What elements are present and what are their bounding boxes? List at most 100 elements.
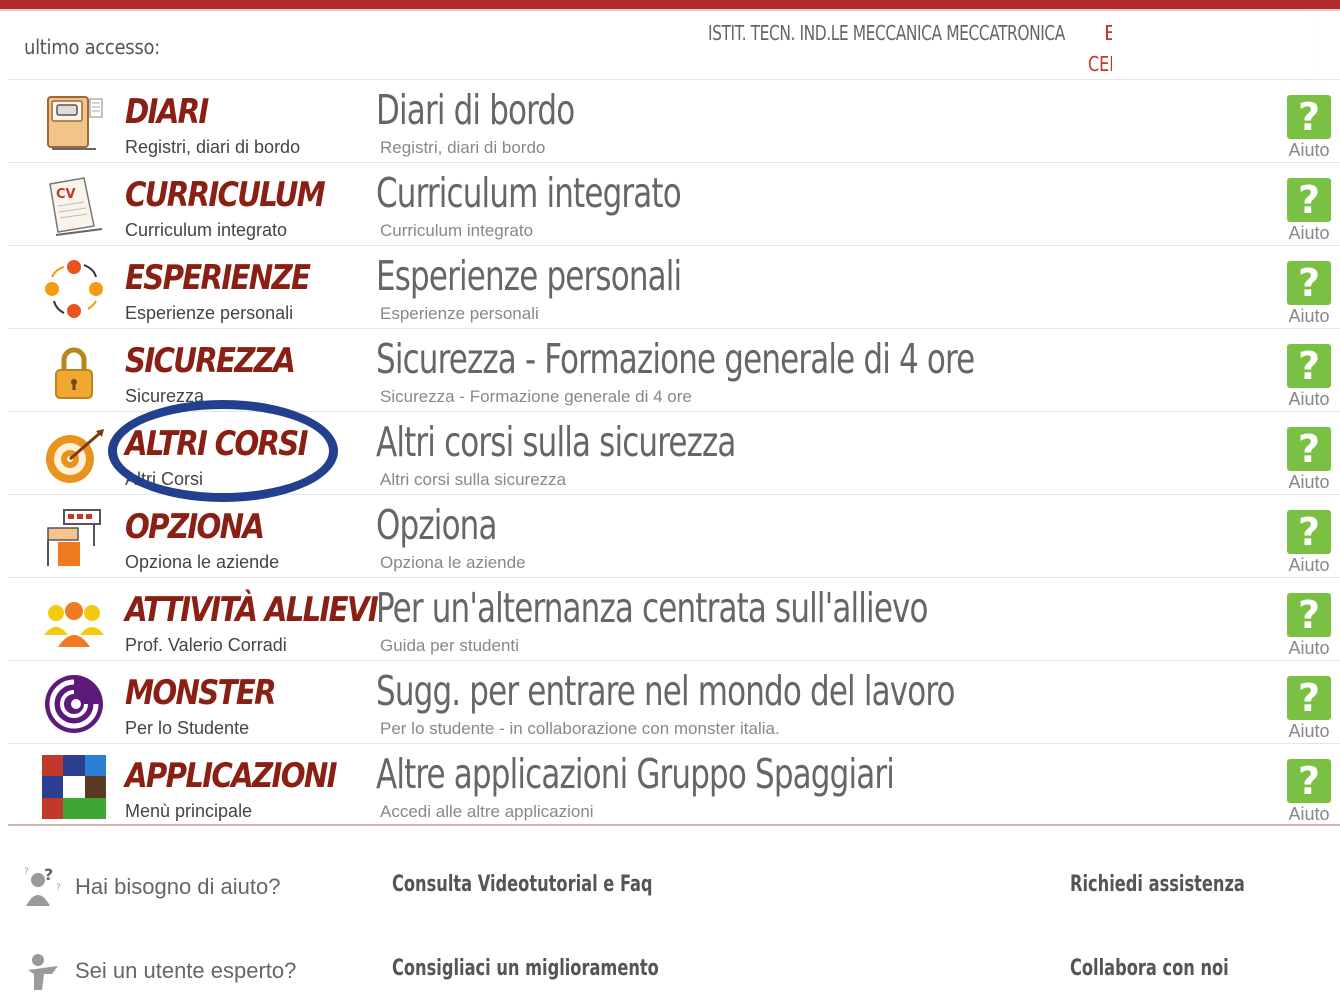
help-button[interactable]: ? Aiuto	[1285, 510, 1333, 576]
help-button[interactable]: ? Aiuto	[1285, 593, 1333, 659]
row-subtitle: Curriculum integrato	[125, 220, 288, 240]
menu-row-curriculum[interactable]: CV CURRICULUM Curriculum integrato Curri…	[8, 162, 1340, 245]
help-label: Aiuto	[1288, 140, 1330, 160]
padlock-icon	[42, 340, 106, 404]
help-label: Aiuto	[1288, 804, 1330, 824]
row-title: DIARI	[125, 92, 209, 132]
row-title: ATTIVITÀ ALLIEVI	[125, 590, 379, 630]
menu-row-altri-corsi[interactable]: ALTRI CORSI Altri Corsi Altri corsi sull…	[8, 411, 1340, 494]
row-subtitle: Altri Corsi	[125, 469, 204, 489]
row-subtitle: Esperienze personali	[125, 303, 294, 323]
row-subtitle: Per lo Studente	[125, 718, 250, 738]
row-description-sub: Guida per studenti	[380, 636, 519, 655]
students-icon	[42, 589, 106, 653]
help-button[interactable]: ? Aiuto	[1285, 95, 1333, 161]
cycle-icon	[42, 257, 106, 321]
blocks-icon	[42, 506, 106, 570]
help-label: Aiuto	[1288, 223, 1330, 243]
row-description: Altri corsi sulla sicurezza	[376, 418, 736, 466]
target-icon	[42, 423, 106, 487]
help-label: Aiuto	[1288, 389, 1330, 409]
question-mark-icon: ?	[1287, 593, 1331, 637]
monster-logo-icon	[42, 672, 106, 736]
row-description-sub: Esperienze personali	[380, 304, 539, 323]
row-subtitle: Prof. Valerio Corradi	[125, 635, 287, 655]
row-description-sub: Registri, diari di bordo	[380, 138, 546, 157]
help-label: Aiuto	[1288, 638, 1330, 658]
question-mark-icon: ?	[1287, 676, 1331, 720]
question-mark-icon: ?	[1287, 95, 1331, 139]
collaborate-link[interactable]: Collabora con noi	[1070, 956, 1229, 981]
svg-text:CV: CV	[56, 187, 76, 202]
help-button[interactable]: ? Aiuto	[1285, 759, 1333, 825]
help-button[interactable]: ? Aiuto	[1285, 178, 1333, 244]
row-subtitle: Opziona le aziende	[125, 552, 280, 572]
question-mark-icon: ?	[1287, 510, 1331, 554]
menu-list: DIARI Registri, diari di bordo Diari di …	[8, 79, 1340, 826]
question-mark-icon: ?	[1287, 344, 1331, 388]
menu-row-opziona[interactable]: OPZIONA Opziona le aziende Opziona Opzio…	[8, 494, 1340, 577]
row-description-sub: Curriculum integrato	[380, 221, 534, 240]
row-description: Sugg. per entrare nel mondo del lavoro	[376, 667, 955, 715]
menu-row-applicazioni[interactable]: APPLICAZIONI Menù principale Altre appli…	[8, 743, 1340, 826]
menu-row-monster[interactable]: MONSTER Per lo Studente Sugg. per entrar…	[8, 660, 1340, 743]
help-button[interactable]: ? Aiuto	[1285, 344, 1333, 410]
row-title: APPLICAZIONI	[125, 756, 337, 796]
school-name: ISTIT. TECN. IND.LE MECCANICA MECCATRONI…	[708, 21, 1065, 45]
top-accent-bar	[0, 0, 1340, 11]
suggest-improvement-link[interactable]: Consigliaci un miglioramento	[392, 956, 659, 981]
help-person-icon: ? ? ?	[22, 866, 64, 908]
help-label: Aiuto	[1288, 306, 1330, 326]
menu-row-sicurezza[interactable]: SICUREZZA Sicurezza Sicurezza - Formazio…	[8, 328, 1340, 411]
row-description-sub: Accedi alle altre applicazioni	[380, 802, 594, 821]
row-subtitle: Menù principale	[125, 801, 253, 821]
footer-expert-row: Sei un utente esperto? Consigliaci un mi…	[0, 946, 1340, 1006]
row-description-sub: Altri corsi sulla sicurezza	[380, 470, 567, 489]
request-assistance-link[interactable]: Richiedi assistenza	[1070, 872, 1245, 897]
help-label: Aiuto	[1288, 555, 1330, 575]
question-mark-icon: ?	[1287, 427, 1331, 471]
row-title: SICUREZZA	[125, 341, 296, 381]
row-title: OPZIONA	[125, 507, 265, 547]
row-description: Diari di bordo	[376, 86, 575, 134]
row-subtitle: Sicurezza	[125, 386, 205, 406]
row-description: Esperienze personali	[376, 252, 682, 300]
expert-question: Sei un utente esperto?	[75, 958, 297, 983]
help-button[interactable]: ? Aiuto	[1285, 261, 1333, 327]
row-title: ESPERIENZE	[125, 258, 311, 298]
row-description: Curriculum integrato	[376, 169, 682, 217]
expert-user-icon	[22, 950, 64, 992]
svg-text:?: ?	[56, 883, 61, 893]
svg-text:?: ?	[44, 866, 53, 884]
school-code: CEI	[1088, 52, 1114, 76]
question-mark-icon: ?	[1287, 178, 1331, 222]
header: ultimo accesso: ISTIT. TECN. IND.LE MECC…	[0, 11, 1340, 79]
row-description-sub: Opziona le aziende	[380, 553, 526, 572]
row-description: Opziona	[376, 501, 497, 549]
row-description-sub: Per lo studente - in collaborazione con …	[380, 719, 780, 738]
menu-row-attivita-allievi[interactable]: ATTIVITÀ ALLIEVI Prof. Valerio Corradi P…	[8, 577, 1340, 660]
row-title: ALTRI CORSI	[125, 424, 309, 464]
notebook-icon	[42, 91, 106, 155]
row-title: CURRICULUM	[125, 175, 326, 215]
row-title: MONSTER	[125, 673, 277, 713]
cv-document-icon: CV	[42, 174, 106, 238]
row-description: Sicurezza - Formazione generale di 4 ore	[376, 335, 975, 383]
menu-row-diari[interactable]: DIARI Registri, diari di bordo Diari di …	[8, 79, 1340, 162]
help-label: Aiuto	[1288, 721, 1330, 741]
row-description: Altre applicazioni Gruppo Spaggiari	[376, 750, 895, 798]
help-label: Aiuto	[1288, 472, 1330, 492]
row-subtitle: Registri, diari di bordo	[125, 137, 301, 157]
svg-text:?: ?	[24, 867, 29, 877]
last-access-label: ultimo accesso:	[24, 35, 160, 59]
row-description-sub: Sicurezza - Formazione generale di 4 ore	[380, 387, 692, 406]
help-button[interactable]: ? Aiuto	[1285, 427, 1333, 493]
help-question: Hai bisogno di aiuto?	[75, 874, 281, 899]
help-button[interactable]: ? Aiuto	[1285, 676, 1333, 742]
question-mark-icon: ?	[1287, 759, 1331, 803]
question-mark-icon: ?	[1287, 261, 1331, 305]
menu-row-esperienze[interactable]: ESPERIENZE Esperienze personali Esperien…	[8, 245, 1340, 328]
videotutorial-faq-link[interactable]: Consulta Videotutorial e Faq	[392, 872, 653, 897]
app-grid-icon	[42, 755, 106, 819]
row-description: Per un'alternanza centrata sull'allievo	[376, 584, 929, 632]
